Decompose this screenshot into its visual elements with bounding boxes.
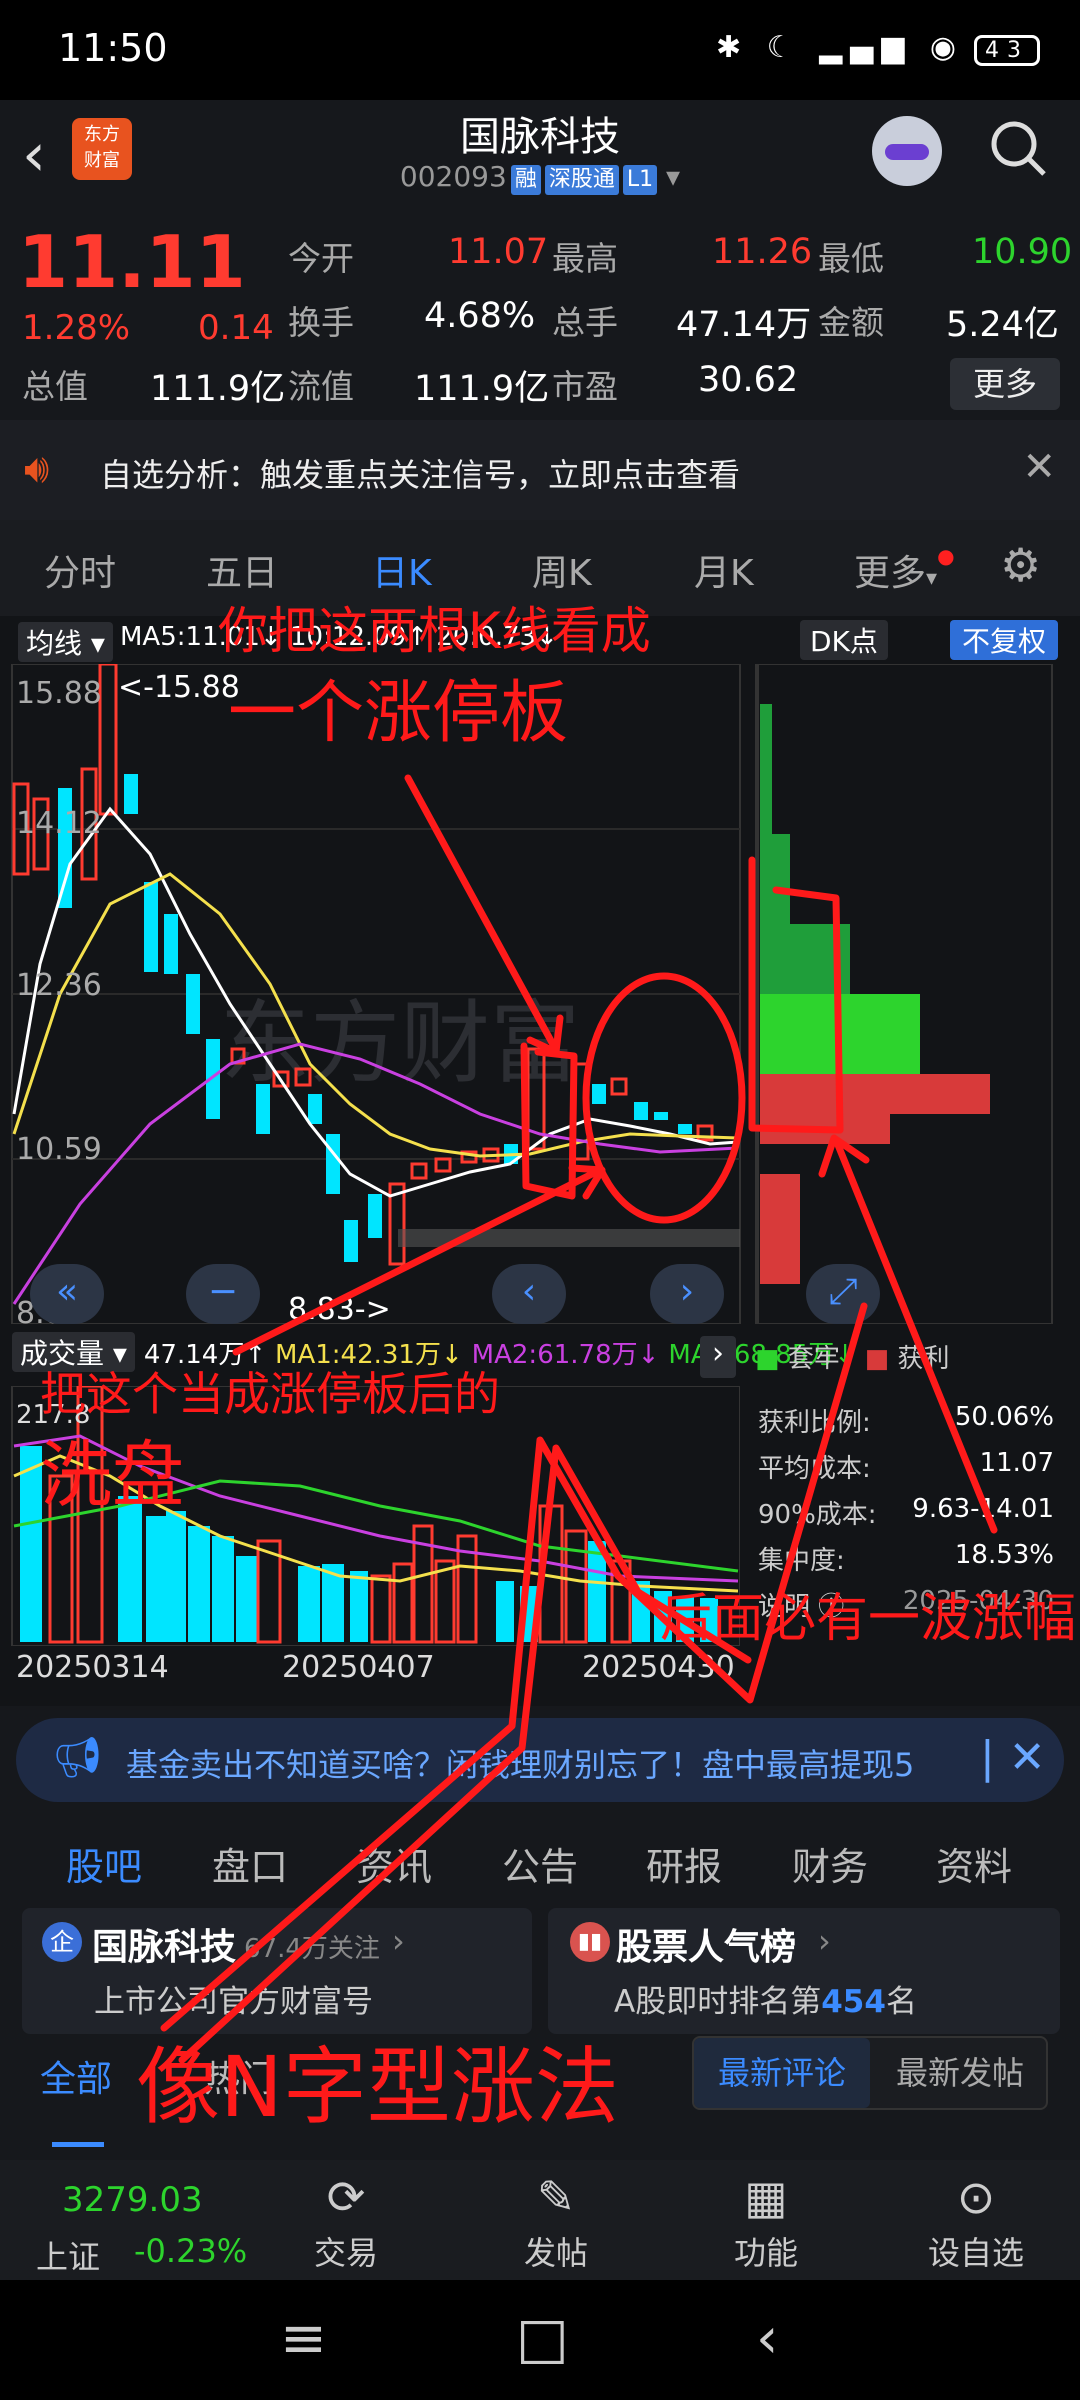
annotation-text: 把这个当成涨停板后的 — [40, 1367, 500, 1421]
annotation-arrow — [832, 1136, 998, 1534]
annotation-text: 像N字型涨法 — [136, 2038, 619, 2136]
annotation-box — [520, 1042, 578, 1200]
annotation-box — [748, 856, 844, 1134]
annotation-text: 一个涨停板 — [228, 674, 568, 753]
annotation-text: 你把这两根K线看成 — [218, 602, 651, 660]
annotation-circle — [582, 972, 746, 1224]
annotation-arrow — [404, 774, 560, 1054]
annotation-overlay: 你把这两根K线看成 一个涨停板 把这个当成涨停板后的 洗盘 后面必有一波涨幅 像… — [40, 602, 1076, 2136]
annotation-text: 后面必有一波涨幅 — [660, 1589, 1076, 1649]
annotation-arrow — [232, 1166, 604, 1356]
annotation-text: 洗盘 — [40, 1433, 184, 1517]
